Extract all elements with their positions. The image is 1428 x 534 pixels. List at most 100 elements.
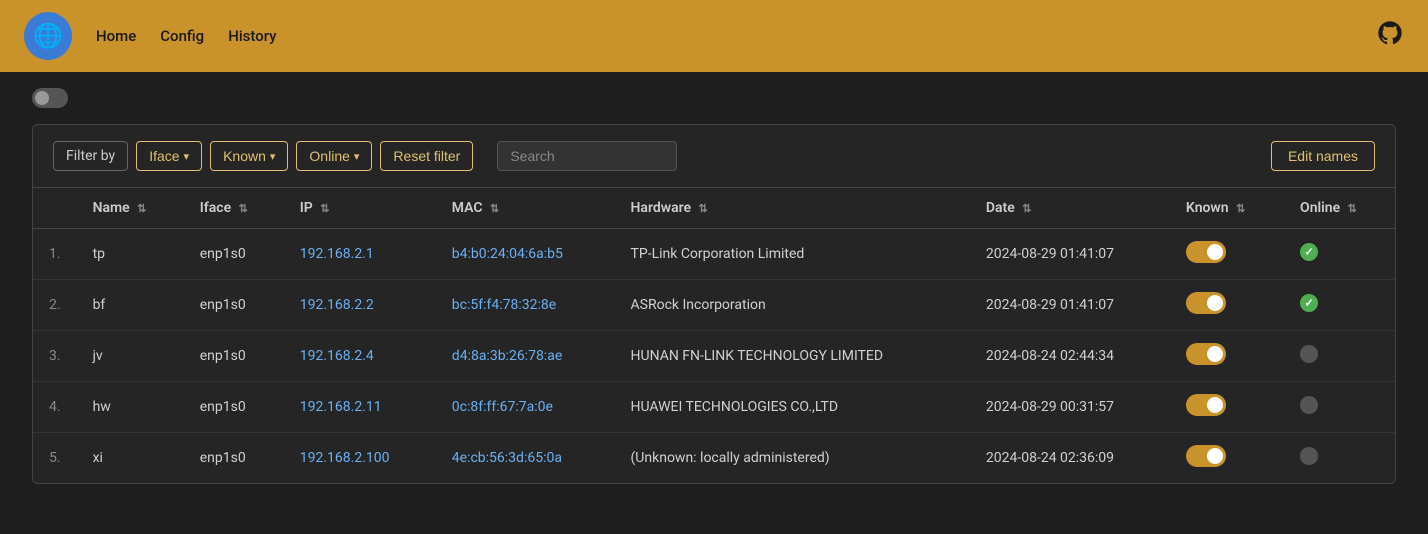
table-row: 3. jv enp1s0 192.168.2.4 d4:8a:3b:26:78:…	[33, 331, 1395, 382]
cell-mac[interactable]: bc:5f:f4:78:32:8e	[436, 280, 615, 331]
cell-ip[interactable]: 192.168.2.11	[284, 382, 436, 433]
cell-known[interactable]	[1170, 280, 1284, 331]
cell-known[interactable]	[1170, 433, 1284, 484]
mac-link[interactable]: 4e:cb:56:3d:65:0a	[452, 450, 562, 466]
offline-indicator-2	[1300, 345, 1318, 363]
search-wrapper	[497, 141, 677, 171]
cell-mac[interactable]: 0c:8f:ff:67:7a:0e	[436, 382, 615, 433]
main-nav: Home Config History	[96, 27, 277, 45]
offline-indicator-4	[1300, 447, 1318, 465]
cell-mac[interactable]: d4:8a:3b:26:78:ae	[436, 331, 615, 382]
cell-iface: enp1s0	[184, 433, 284, 484]
col-mac[interactable]: MAC ⇅	[436, 188, 615, 229]
cell-iface: enp1s0	[184, 229, 284, 280]
cell-ip[interactable]: 192.168.2.4	[284, 331, 436, 382]
cell-mac[interactable]: b4:b0:24:04:6a:b5	[436, 229, 615, 280]
known-toggle-4[interactable]	[1186, 445, 1226, 467]
github-icon[interactable]	[1376, 19, 1404, 54]
col-iface[interactable]: Iface ⇅	[184, 188, 284, 229]
cell-hardware: HUAWEI TECHNOLOGIES CO.,LTD	[615, 382, 970, 433]
cell-name: hw	[77, 382, 184, 433]
col-ip[interactable]: IP ⇅	[284, 188, 436, 229]
cell-known[interactable]	[1170, 229, 1284, 280]
cell-mac[interactable]: 4e:cb:56:3d:65:0a	[436, 433, 615, 484]
nav-config[interactable]: Config	[160, 27, 204, 45]
hardware-sort-icon[interactable]: ⇅	[699, 202, 708, 215]
nav-home[interactable]: Home	[96, 27, 136, 45]
mac-link[interactable]: d4:8a:3b:26:78:ae	[452, 348, 562, 364]
cell-hardware: TP-Link Corporation Limited	[615, 229, 970, 280]
col-online[interactable]: Online ⇅	[1284, 188, 1395, 229]
known-toggle-1[interactable]	[1186, 292, 1226, 314]
cell-iface: enp1s0	[184, 280, 284, 331]
cell-known[interactable]	[1170, 331, 1284, 382]
mac-sort-icon[interactable]: ⇅	[490, 202, 499, 215]
mac-link[interactable]: 0c:8f:ff:67:7a:0e	[452, 399, 553, 415]
cell-hardware: HUNAN FN-LINK TECHNOLOGY LIMITED	[615, 331, 970, 382]
app-header: 🌐 Home Config History	[0, 0, 1428, 72]
header-left: 🌐 Home Config History	[24, 12, 277, 60]
mac-link[interactable]: b4:b0:24:04:6a:b5	[452, 246, 563, 262]
ip-sort-icon[interactable]: ⇅	[320, 202, 329, 215]
online-sort-icon[interactable]: ⇅	[1348, 202, 1357, 215]
app-logo: 🌐	[24, 12, 72, 60]
search-input[interactable]	[497, 141, 677, 171]
cell-name: jv	[77, 331, 184, 382]
cell-iface: enp1s0	[184, 331, 284, 382]
online-indicator-1	[1300, 294, 1318, 312]
cell-name: xi	[77, 433, 184, 484]
iface-sort-icon[interactable]: ⇅	[239, 202, 248, 215]
known-toggle-0[interactable]	[1186, 241, 1226, 263]
filter-bar: Filter by Iface Known Online Reset filte…	[32, 124, 1396, 187]
ip-link[interactable]: 192.168.2.4	[300, 348, 374, 364]
cell-date: 2024-08-24 02:36:09	[970, 433, 1170, 484]
offline-indicator-3	[1300, 396, 1318, 414]
nav-history[interactable]: History	[228, 27, 276, 45]
cell-hardware: ASRock Incorporation	[615, 280, 970, 331]
table-row: 5. xi enp1s0 192.168.2.100 4e:cb:56:3d:6…	[33, 433, 1395, 484]
date-sort-icon[interactable]: ⇅	[1022, 202, 1031, 215]
cell-ip[interactable]: 192.168.2.1	[284, 229, 436, 280]
col-known[interactable]: Known ⇅	[1170, 188, 1284, 229]
ip-link[interactable]: 192.168.2.1	[300, 246, 374, 262]
cell-date: 2024-08-24 02:44:34	[970, 331, 1170, 382]
cell-date: 2024-08-29 00:31:57	[970, 382, 1170, 433]
name-sort-icon[interactable]: ⇅	[137, 202, 146, 215]
cell-iface: enp1s0	[184, 382, 284, 433]
known-toggle-3[interactable]	[1186, 394, 1226, 416]
edit-names-button[interactable]: Edit names	[1271, 141, 1375, 171]
filter-by-label: Filter by	[53, 141, 128, 171]
row-number: 2.	[33, 280, 77, 331]
online-filter-button[interactable]: Online	[296, 141, 372, 171]
row-number: 1.	[33, 229, 77, 280]
cell-known[interactable]	[1170, 382, 1284, 433]
devices-table: Name ⇅ Iface ⇅ IP ⇅ MAC ⇅	[33, 188, 1395, 483]
row-number: 3.	[33, 331, 77, 382]
known-toggle-2[interactable]	[1186, 343, 1226, 365]
ip-link[interactable]: 192.168.2.2	[300, 297, 374, 313]
cell-ip[interactable]: 192.168.2.2	[284, 280, 436, 331]
col-date[interactable]: Date ⇅	[970, 188, 1170, 229]
col-number	[33, 188, 77, 229]
ip-link[interactable]: 192.168.2.100	[300, 450, 390, 466]
online-indicator-0	[1300, 243, 1318, 261]
reset-filter-button[interactable]: Reset filter	[380, 141, 473, 171]
theme-toggle[interactable]	[32, 88, 68, 108]
devices-table-container: Name ⇅ Iface ⇅ IP ⇅ MAC ⇅	[32, 187, 1396, 484]
col-hardware[interactable]: Hardware ⇅	[615, 188, 970, 229]
cell-online	[1284, 331, 1395, 382]
col-name[interactable]: Name ⇅	[77, 188, 184, 229]
cell-name: tp	[77, 229, 184, 280]
iface-filter-button[interactable]: Iface	[136, 141, 202, 171]
cell-online	[1284, 433, 1395, 484]
known-sort-icon[interactable]: ⇅	[1236, 202, 1245, 215]
ip-link[interactable]: 192.168.2.11	[300, 399, 382, 415]
known-filter-button[interactable]: Known	[210, 141, 288, 171]
table-header-row: Name ⇅ Iface ⇅ IP ⇅ MAC ⇅	[33, 188, 1395, 229]
table-row: 1. tp enp1s0 192.168.2.1 b4:b0:24:04:6a:…	[33, 229, 1395, 280]
cell-ip[interactable]: 192.168.2.100	[284, 433, 436, 484]
row-number: 4.	[33, 382, 77, 433]
table-row: 2. bf enp1s0 192.168.2.2 bc:5f:f4:78:32:…	[33, 280, 1395, 331]
cell-hardware: (Unknown: locally administered)	[615, 433, 970, 484]
mac-link[interactable]: bc:5f:f4:78:32:8e	[452, 297, 556, 313]
